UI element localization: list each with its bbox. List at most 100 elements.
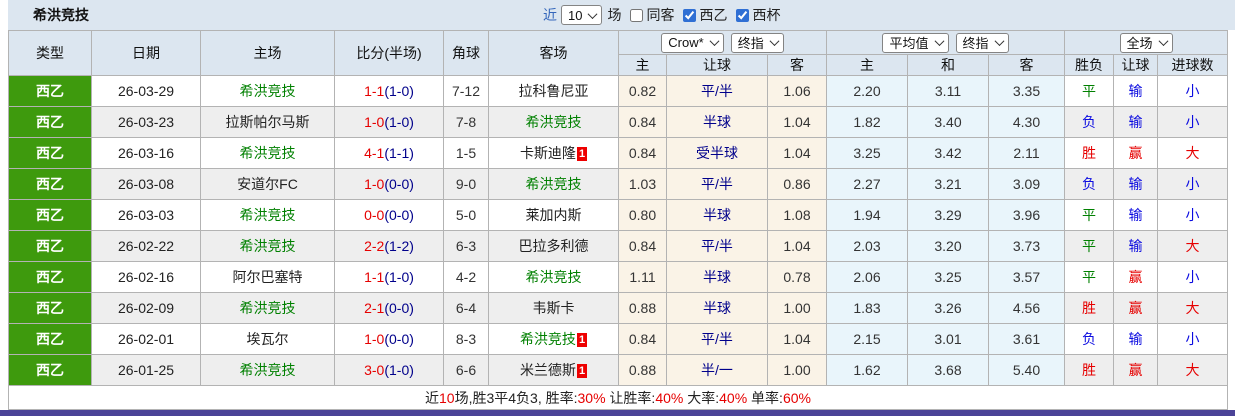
chevron-down-icon bbox=[588, 8, 598, 19]
bookmaker-select-value: Crow* bbox=[668, 35, 704, 50]
table-row: 西乙 26-03-29 希洪竞技 1-1(1-0) 7-12 拉科鲁尼亚 0.8… bbox=[8, 75, 1229, 107]
away-team-cell: 拉科鲁尼亚 bbox=[488, 75, 619, 107]
result-value: 负 bbox=[1082, 176, 1096, 192]
home-odds-cell: 0.82 bbox=[618, 75, 667, 107]
result-cell: 平 bbox=[1064, 199, 1114, 231]
home-team-cell: 希洪竞技 bbox=[200, 199, 335, 231]
halftime-score: (0-0) bbox=[384, 331, 414, 347]
col-header-home: 主场 bbox=[200, 30, 335, 76]
result-group-header: 全场 bbox=[1063, 30, 1229, 55]
league-cell: 西乙 bbox=[8, 75, 92, 107]
away-team-name: 希洪竞技 bbox=[525, 114, 582, 130]
home-team-name: 希洪竞技 bbox=[239, 145, 296, 161]
avg-away-cell: 4.56 bbox=[988, 292, 1065, 324]
subcol-home-odds: 主 bbox=[618, 54, 667, 76]
handicap-value: 平/半 bbox=[701, 176, 733, 192]
away-team-cell: 希洪竞技 bbox=[488, 168, 619, 200]
score-cell: 4-1(1-1) bbox=[334, 137, 444, 169]
away-team-cell: 莱加内斯 bbox=[488, 199, 619, 231]
cup-xibei-checkbox[interactable] bbox=[736, 8, 750, 22]
handicap-odds-time-select[interactable]: 终指 bbox=[730, 32, 784, 53]
avg-draw-cell: 3.21 bbox=[907, 168, 989, 200]
home-team-cell: 拉斯帕尔马斯 bbox=[200, 106, 335, 138]
away-odds-cell: 1.06 bbox=[767, 75, 827, 107]
corner-cell: 6-6 bbox=[443, 354, 489, 386]
away-team-name: 拉科鲁尼亚 bbox=[518, 83, 589, 99]
subcol-handicap: 让球 bbox=[666, 54, 768, 76]
avg-away-cell: 3.09 bbox=[988, 168, 1065, 200]
corner-cell: 6-3 bbox=[443, 230, 489, 262]
handicap-result-value: 赢 bbox=[1128, 145, 1143, 161]
goals-result-value: 小 bbox=[1185, 331, 1200, 347]
halftime-score: (1-0) bbox=[384, 362, 414, 378]
result-cell: 平 bbox=[1064, 75, 1114, 107]
home-team-name: 拉斯帕尔马斯 bbox=[225, 114, 310, 130]
league-xiyi-checkbox[interactable] bbox=[683, 8, 697, 22]
same-away-checkbox[interactable] bbox=[630, 8, 644, 22]
corner-cell: 7-8 bbox=[443, 106, 489, 138]
table-row: 西乙 26-02-22 希洪竞技 2-2(1-2) 6-3 巴拉多利德 0.84… bbox=[8, 230, 1229, 262]
corner-cell: 1-5 bbox=[443, 137, 489, 169]
halftime-score: (0-0) bbox=[384, 207, 414, 223]
halftime-score: (0-0) bbox=[384, 300, 414, 316]
goals-result-cell: 大 bbox=[1156, 354, 1229, 386]
handicap-result-cell: 赢 bbox=[1113, 137, 1158, 169]
league-cell: 西乙 bbox=[8, 323, 92, 355]
subcol-handicap-result: 让球 bbox=[1113, 54, 1158, 76]
league-cell: 西乙 bbox=[8, 168, 92, 200]
goals-result-cell: 小 bbox=[1156, 199, 1229, 231]
league-cell: 西乙 bbox=[8, 199, 92, 231]
home-team-name: 希洪竞技 bbox=[239, 238, 296, 254]
home-team-cell: 希洪竞技 bbox=[200, 137, 335, 169]
subcol-goals: 进球数 bbox=[1156, 54, 1229, 76]
result-value: 平 bbox=[1082, 83, 1096, 99]
match-scope-select[interactable]: 全场 bbox=[1119, 32, 1173, 53]
result-value: 平 bbox=[1082, 238, 1096, 254]
table-row: 西乙 26-01-25 希洪竞技 3-0(1-0) 6-6 米兰德斯 1 0.88… bbox=[8, 354, 1229, 386]
summary-odd-rate: 60% bbox=[782, 389, 811, 406]
halftime-score: (1-2) bbox=[384, 238, 414, 254]
handicap-result-value: 赢 bbox=[1128, 300, 1143, 316]
away-team-name: 希洪竞技 bbox=[525, 269, 582, 285]
handicap-result-value: 输 bbox=[1128, 176, 1143, 192]
corner-cell: 4-2 bbox=[443, 261, 489, 293]
home-team-cell: 希洪竞技 bbox=[200, 354, 335, 386]
subcol-away-odds: 客 bbox=[767, 54, 827, 76]
handicap-result-cell: 输 bbox=[1113, 230, 1158, 262]
result-cell: 胜 bbox=[1064, 354, 1114, 386]
europe-odds-group-header: 平均值 终指 bbox=[826, 30, 1065, 55]
col-header-score: 比分(半场) bbox=[334, 30, 444, 76]
away-odds-cell: 1.00 bbox=[767, 354, 827, 386]
handicap-result-value: 输 bbox=[1128, 83, 1143, 99]
away-team-cell: 米兰德斯 1 bbox=[488, 354, 619, 386]
home-team-cell: 希洪竞技 bbox=[200, 230, 335, 262]
handicap-cell: 半球 bbox=[666, 199, 768, 231]
match-rows: 西乙 26-03-29 希洪竞技 1-1(1-0) 7-12 拉科鲁尼亚 0.8… bbox=[8, 75, 1229, 386]
bookmaker-select[interactable]: Crow* bbox=[661, 32, 724, 53]
table-row: 西乙 26-02-01 埃瓦尔 1-0(0-0) 8-3 希洪竞技 1 0.84 … bbox=[8, 323, 1229, 355]
summary-win-rate: 30% bbox=[577, 389, 606, 406]
chevron-down-icon bbox=[934, 36, 944, 47]
avg-home-cell: 2.27 bbox=[826, 168, 908, 200]
europe-odds-time-value: 终指 bbox=[962, 36, 989, 51]
summary-text: 近 bbox=[425, 389, 440, 406]
score-cell: 1-1(1-0) bbox=[334, 75, 444, 107]
away-odds-cell: 1.00 bbox=[767, 292, 827, 324]
avg-away-cell: 3.96 bbox=[988, 199, 1065, 231]
recent-count-select[interactable]: 10 bbox=[561, 5, 603, 25]
fulltime-score: 1-0 bbox=[364, 176, 385, 192]
europe-odds-time-select[interactable]: 终指 bbox=[955, 32, 1009, 53]
fulltime-score: 0-0 bbox=[364, 207, 385, 223]
away-odds-cell: 1.08 bbox=[767, 199, 827, 231]
average-select[interactable]: 平均值 bbox=[882, 32, 949, 53]
fulltime-score: 1-0 bbox=[364, 331, 385, 347]
home-team-name: 希洪竞技 bbox=[239, 300, 296, 316]
handicap-cell: 平/半 bbox=[666, 168, 768, 200]
league-cell: 西乙 bbox=[8, 292, 92, 324]
result-value: 平 bbox=[1082, 207, 1096, 223]
home-odds-cell: 0.84 bbox=[618, 137, 667, 169]
handicap-result-cell: 赢 bbox=[1113, 292, 1158, 324]
home-odds-cell: 0.84 bbox=[618, 106, 667, 138]
fulltime-score: 1-1 bbox=[364, 269, 385, 285]
goals-result-value: 小 bbox=[1185, 269, 1200, 285]
